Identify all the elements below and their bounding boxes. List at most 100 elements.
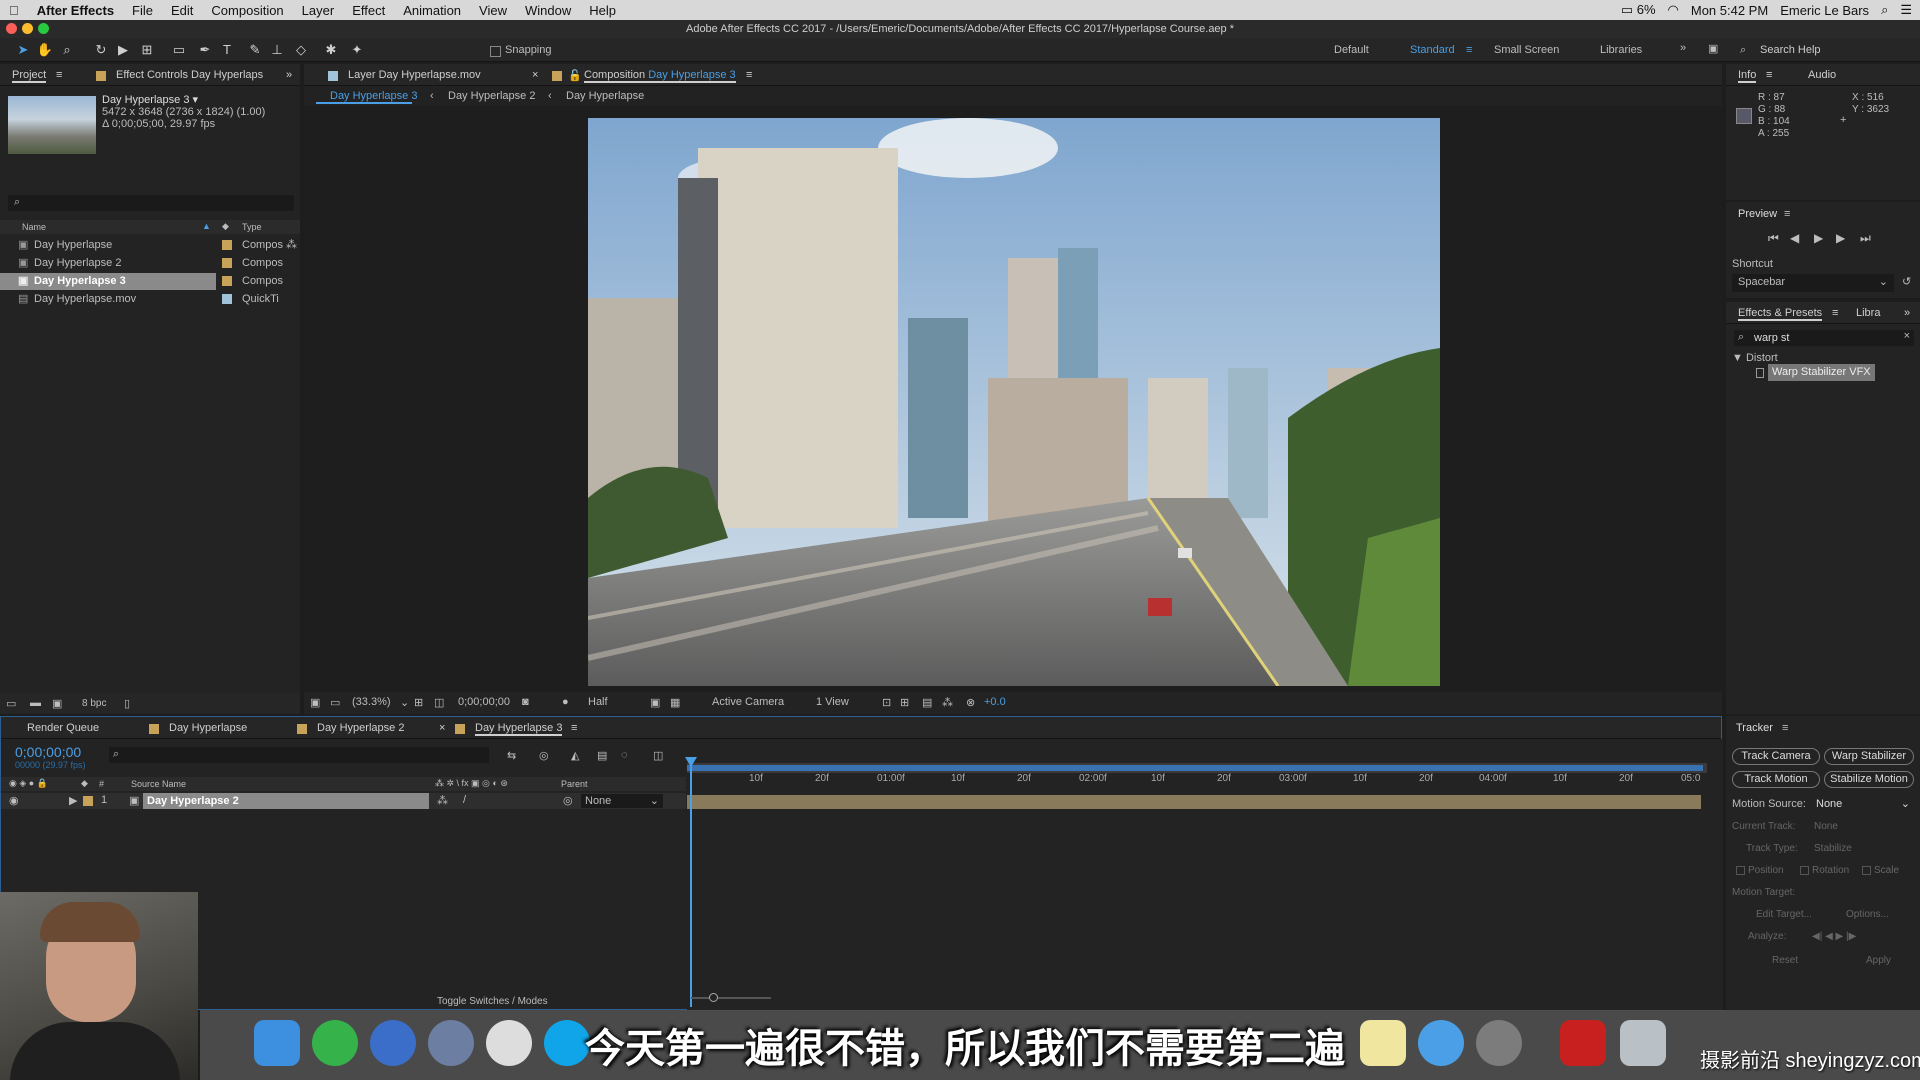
first-frame-icon[interactable]: ⏮ (1768, 230, 1779, 247)
fast-previews-icon[interactable]: ⊞ (900, 696, 909, 709)
reset-shortcut-icon[interactable]: ↺ (1902, 274, 1911, 291)
safe-zones-icon[interactable]: ⊞ (414, 696, 423, 709)
menu-list-icon[interactable]: ☰ (1900, 2, 1912, 18)
previous-frame-icon[interactable]: ◀ (1790, 230, 1799, 247)
warp-stabilizer-button[interactable]: Warp Stabilizer (1824, 748, 1914, 765)
panel-menu-icon[interactable]: ≡ (1766, 69, 1772, 81)
label-col-icon[interactable]: ◆ (222, 221, 229, 232)
interpret-footage-icon[interactable]: ▭ (6, 697, 16, 710)
zoom-tool-icon[interactable]: ⌕ (58, 41, 76, 59)
clone-stamp-tool-icon[interactable]: ⊥ (268, 41, 286, 59)
apply-button[interactable]: Apply (1866, 952, 1891, 969)
zoom-slider[interactable] (691, 993, 771, 1002)
shortcut-dropdown[interactable]: Spacebar ⌄ (1732, 274, 1894, 292)
comp-mini-flowchart-icon[interactable]: ⇆ (507, 749, 516, 762)
track-camera-button[interactable]: Track Camera (1732, 748, 1820, 765)
workspace-default[interactable]: Default (1334, 44, 1369, 56)
menu-window[interactable]: Window (516, 3, 580, 18)
pen-tool-icon[interactable]: ✒ (196, 41, 214, 59)
pickwhip-icon[interactable]: ◎ (563, 794, 573, 807)
roto-brush-tool-icon[interactable]: ✱ (322, 41, 340, 59)
safari-icon[interactable] (370, 1020, 416, 1066)
col-parent[interactable]: Parent (561, 779, 588, 789)
edit-target-button[interactable]: Edit Target... (1756, 906, 1812, 923)
camera-dropdown[interactable]: Active Camera (712, 696, 784, 708)
timeline-icon[interactable]: ▤ (922, 696, 932, 709)
brush-tool-icon[interactable]: ✎ (246, 41, 264, 59)
layer-duration-bar[interactable] (687, 795, 1701, 809)
mask-icon[interactable]: ◫ (434, 696, 444, 709)
finder-icon[interactable] (254, 1020, 300, 1066)
position-checkbox[interactable] (1736, 866, 1745, 875)
menu-animation[interactable]: Animation (394, 3, 470, 18)
minimize-window-button[interactable] (22, 23, 33, 34)
new-folder-icon[interactable]: ▬ (30, 697, 41, 709)
clock[interactable]: Mon 5:42 PM (1691, 3, 1768, 18)
wifi-icon[interactable]: ◠ (1668, 2, 1679, 18)
layer-row[interactable]: ◉ ▶ 1 ▣ Day Hyperlapse 2 ⁂ / ◎ None ⌄ (1, 793, 686, 809)
expand-layer-icon[interactable]: ▶ (69, 794, 77, 807)
messages-icon[interactable] (1418, 1020, 1464, 1066)
menu-edit[interactable]: Edit (162, 3, 202, 18)
panel-menu-icon[interactable]: ≡ (1832, 307, 1838, 319)
menu-view[interactable]: View (470, 3, 516, 18)
resolution-dropdown[interactable]: Half (588, 696, 608, 708)
rotation-checkbox[interactable] (1800, 866, 1809, 875)
expand-tabs-icon[interactable]: » (286, 69, 292, 81)
clear-search-icon[interactable]: × (1904, 330, 1910, 342)
new-comp-icon[interactable]: ▣ (52, 697, 62, 710)
current-time-indicator[interactable] (690, 759, 692, 1007)
system-preferences-icon[interactable] (1476, 1020, 1522, 1066)
layer-name[interactable]: Day Hyperlapse 2 (143, 793, 429, 809)
transparency-grid-icon[interactable]: ▦ (670, 696, 680, 709)
scale-checkbox[interactable] (1862, 866, 1871, 875)
effects-search-input[interactable]: ⌕ warp st × (1734, 330, 1914, 346)
puppet-tool-icon[interactable]: ✦ (348, 41, 366, 59)
close-window-button[interactable] (6, 23, 17, 34)
panel-menu-icon[interactable]: ≡ (56, 69, 62, 81)
menu-file[interactable]: File (123, 3, 162, 18)
project-item[interactable]: ▤ Day Hyperlapse.mov QuickTi (0, 291, 300, 308)
notes-icon[interactable] (1360, 1020, 1406, 1066)
stabilize-motion-button[interactable]: Stabilize Motion (1824, 771, 1914, 788)
flowchart-icon[interactable]: ⁂ (942, 696, 953, 709)
bpc-label[interactable]: 8 bpc (82, 698, 106, 709)
menu-effect[interactable]: Effect (343, 3, 394, 18)
breadcrumb-item[interactable]: Day Hyperlapse 2 (448, 90, 535, 102)
chevron-down-icon[interactable]: ⌄ (400, 696, 409, 709)
tab-layer[interactable]: Layer Day Hyperlapse.mov (348, 69, 481, 81)
collapse-switch-icon[interactable]: ⁂ (437, 794, 448, 807)
trash-icon[interactable]: ▯ (124, 697, 130, 710)
current-track-dropdown[interactable]: None (1814, 818, 1838, 835)
battery-icon[interactable]: ▭ 6% (1621, 2, 1656, 18)
composition-frame[interactable] (588, 118, 1440, 686)
color-channel-icon[interactable]: ● (562, 696, 569, 708)
workspace-menu-icon[interactable]: ≡ (1466, 44, 1472, 56)
project-item[interactable]: ▣ Day Hyperlapse 2 Compos (0, 255, 300, 272)
magnification-dropdown[interactable]: (33.3%) (352, 696, 391, 708)
tab-project[interactable]: Project (12, 69, 47, 83)
type-tool-icon[interactable]: T (218, 41, 236, 59)
tab-day-hyperlapse-3[interactable]: Day Hyperlapse 3 (475, 722, 563, 736)
panel-menu-icon[interactable]: ≡ (1782, 720, 1788, 737)
time-graph[interactable]: 10f 20f 01:00f 10f 20f 02:00f 10f 20f 03… (685, 739, 1723, 1011)
tab-day-hyperlapse[interactable]: Day Hyperlapse (169, 722, 247, 734)
reset-exposure-icon[interactable]: ⊗ (966, 696, 975, 709)
pan-behind-tool-icon[interactable]: ⊞ (138, 41, 156, 59)
col-source-name[interactable]: Source Name (131, 779, 186, 789)
menu-help[interactable]: Help (580, 3, 625, 18)
skype-icon[interactable] (544, 1020, 590, 1066)
project-search-input[interactable]: ⌕ (8, 195, 294, 211)
viewer-timecode[interactable]: 0;00;00;00 (458, 696, 510, 708)
tab-composition[interactable]: Composition Day Hyperlapse 3 (584, 69, 736, 83)
work-area-range[interactable] (687, 765, 1703, 771)
draft-3d-icon[interactable]: ◎ (539, 749, 549, 762)
toggle-pixel-aspect-icon[interactable]: ⊡ (882, 696, 891, 709)
camera-tool-icon[interactable]: ▶ (114, 41, 132, 59)
col-name[interactable]: Name (22, 222, 46, 232)
last-frame-icon[interactable]: ⏭ (1860, 230, 1871, 247)
launchpad-icon[interactable] (428, 1020, 474, 1066)
col-type[interactable]: Type (242, 222, 262, 232)
trash-icon[interactable] (1620, 1020, 1666, 1066)
tab-libraries[interactable]: Libra (1856, 307, 1880, 319)
